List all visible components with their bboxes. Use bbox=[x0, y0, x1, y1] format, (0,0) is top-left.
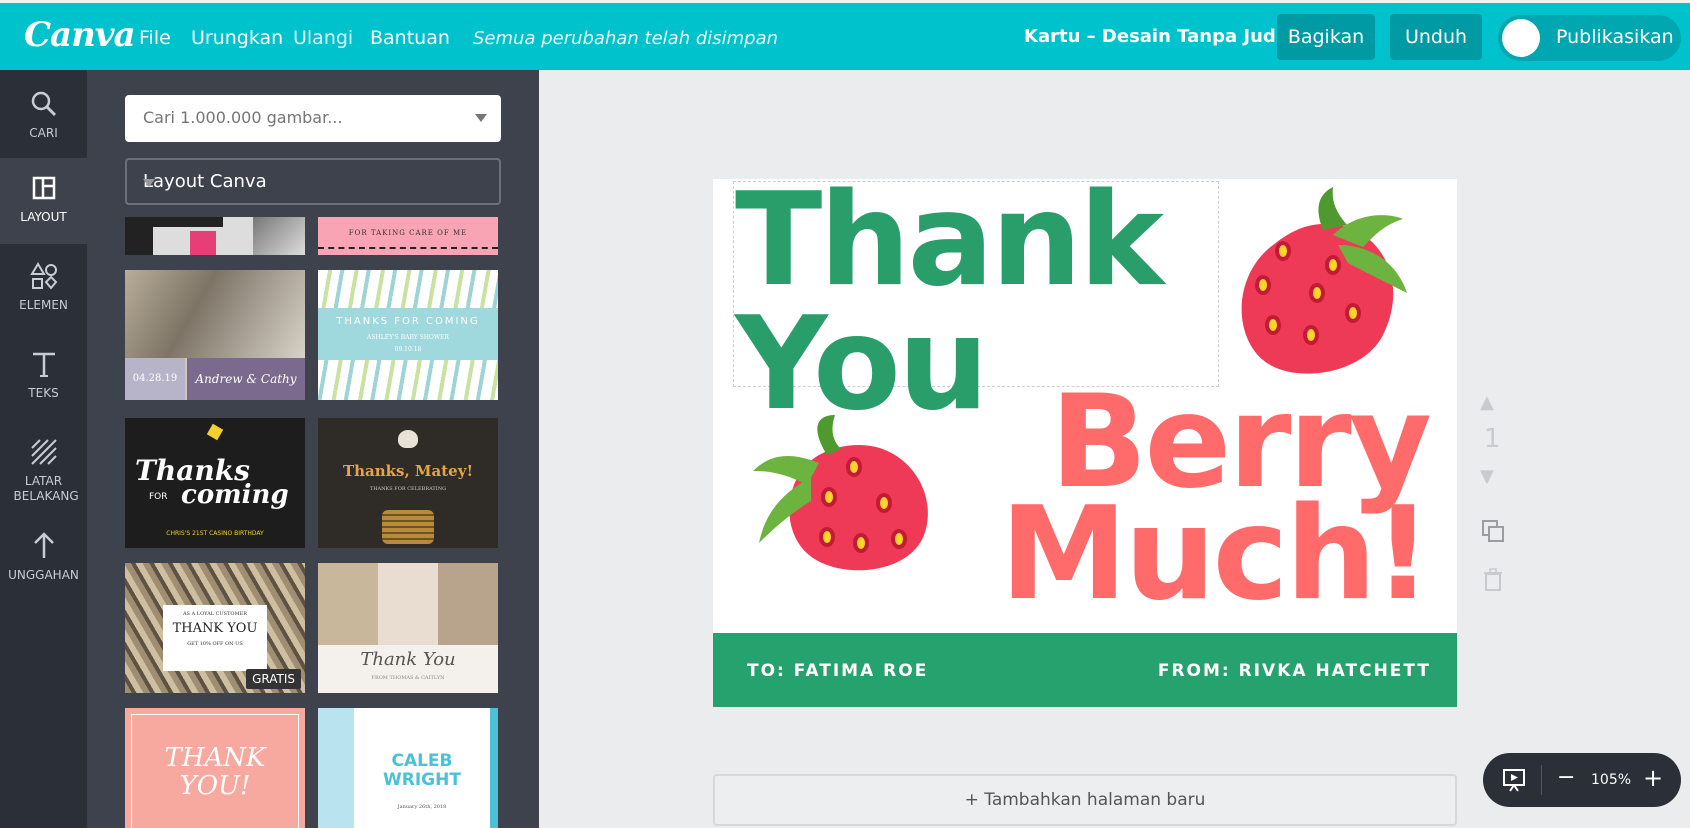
strawberry-image[interactable] bbox=[749, 415, 939, 575]
sender-text[interactable]: FROM: RIVKA HATCHETT bbox=[1158, 661, 1431, 681]
layout-thumbnail[interactable] bbox=[125, 217, 305, 255]
upload-icon bbox=[28, 530, 60, 562]
layout-thumbnail[interactable]: THANKS FOR COMING ASHLEY'S BABY SHOWER 0… bbox=[318, 270, 498, 400]
publish-toggle-knob bbox=[1502, 19, 1540, 57]
rail-label: ELEMEN bbox=[19, 298, 68, 312]
layout-thumbnail[interactable]: Thank You FROM THOMAS & CAITLYN bbox=[318, 563, 498, 693]
rail-label: LAYOUT bbox=[20, 210, 67, 224]
menu-undo[interactable]: Urungkan bbox=[191, 27, 283, 49]
rail-item-uploads[interactable]: UNGGAHAN bbox=[0, 516, 87, 602]
chevron-down-icon bbox=[143, 179, 155, 187]
present-icon[interactable] bbox=[1501, 767, 1527, 797]
layout-thumbnail[interactable]: CALEB WRIGHT January 26th, 2018 bbox=[318, 708, 498, 828]
layout-panel: Layout Canva FOR TAKING CARE OF ME 04.28… bbox=[87, 70, 539, 828]
layout-thumbnail[interactable]: Thanks, Matey! THANKS FOR CELEBRATING bbox=[318, 418, 498, 548]
zoom-control: − 105% + bbox=[1483, 753, 1681, 807]
duplicate-page-icon[interactable] bbox=[1480, 518, 1506, 551]
save-status: Semua perubahan telah disimpan bbox=[473, 28, 779, 49]
rail-item-search[interactable]: CARI bbox=[0, 74, 87, 160]
free-badge: GRATIS bbox=[246, 669, 301, 689]
delete-page-icon[interactable] bbox=[1482, 568, 1504, 599]
design-canvas[interactable]: Thank You Berry Much! TO: FATIMA ROE FRO… bbox=[713, 179, 1457, 707]
page-number: 1 bbox=[1484, 424, 1501, 454]
subhead-text[interactable]: Berry Much! bbox=[1000, 379, 1432, 619]
layout-thumbnail[interactable]: Thanks FOR coming CHRIS'S 21ST CASINO BI… bbox=[125, 418, 305, 548]
recipient-text[interactable]: TO: FATIMA ROE bbox=[747, 661, 928, 681]
menu-file[interactable]: File bbox=[139, 27, 171, 49]
rail-item-elements[interactable]: ELEMEN bbox=[0, 246, 87, 332]
move-page-up-icon[interactable]: ▲ bbox=[1480, 392, 1494, 413]
menu-help[interactable]: Bantuan bbox=[370, 27, 450, 49]
rail-item-text[interactable]: TEKS bbox=[0, 334, 87, 420]
rail-label: LATAR BELAKANG bbox=[13, 474, 79, 503]
publish-label: Publikasikan bbox=[1556, 26, 1674, 48]
layout-icon bbox=[28, 172, 60, 204]
rail-label: UNGGAHAN bbox=[8, 568, 79, 582]
zoom-level[interactable]: 105% bbox=[1591, 772, 1631, 788]
text-icon bbox=[28, 348, 60, 380]
strawberry-image[interactable] bbox=[1213, 185, 1413, 385]
share-button[interactable]: Bagikan bbox=[1277, 14, 1375, 60]
download-button[interactable]: Unduh bbox=[1390, 14, 1482, 60]
zoom-out-button[interactable]: − bbox=[1557, 765, 1575, 790]
canva-logo[interactable]: Canva bbox=[24, 15, 136, 55]
move-page-down-icon[interactable]: ▼ bbox=[1480, 466, 1494, 487]
chevron-down-icon[interactable] bbox=[475, 114, 487, 122]
image-search[interactable] bbox=[125, 95, 501, 142]
rail-label: CARI bbox=[29, 126, 58, 140]
side-rail: CARI LAYOUT ELEMEN TEKS LATAR BELAKANG U… bbox=[0, 70, 87, 828]
document-title[interactable]: Kartu – Desain Tanpa Judul bbox=[1024, 26, 1295, 47]
shapes-icon bbox=[28, 260, 60, 292]
layout-thumbnail[interactable]: THANK YOU! bbox=[125, 708, 305, 828]
background-icon bbox=[28, 436, 60, 468]
layout-thumbnail[interactable]: 04.28.19 Andrew & Cathy bbox=[125, 270, 305, 400]
layout-source-value: Layout Canva bbox=[143, 171, 267, 192]
menu-redo[interactable]: Ulangi bbox=[293, 27, 353, 49]
rail-item-background[interactable]: LATAR BELAKANG bbox=[0, 422, 87, 512]
rail-item-layout[interactable]: LAYOUT bbox=[0, 158, 87, 244]
rail-label: TEKS bbox=[28, 386, 59, 400]
top-bar: Canva File Urungkan Ulangi Bantuan Semua… bbox=[0, 0, 1690, 70]
layout-thumbnail[interactable]: AS A LOYAL CUSTOMER THANK YOU GET 10% OF… bbox=[125, 563, 305, 693]
search-icon bbox=[28, 88, 60, 120]
publish-button[interactable]: Publikasikan bbox=[1498, 15, 1681, 61]
search-input[interactable] bbox=[125, 95, 445, 140]
layout-source-select[interactable]: Layout Canva bbox=[125, 158, 501, 205]
layout-thumbnail[interactable]: FOR TAKING CARE OF ME bbox=[318, 217, 498, 255]
zoom-in-button[interactable]: + bbox=[1643, 764, 1663, 792]
add-page-button[interactable]: + Tambahkan halaman baru bbox=[713, 774, 1457, 826]
